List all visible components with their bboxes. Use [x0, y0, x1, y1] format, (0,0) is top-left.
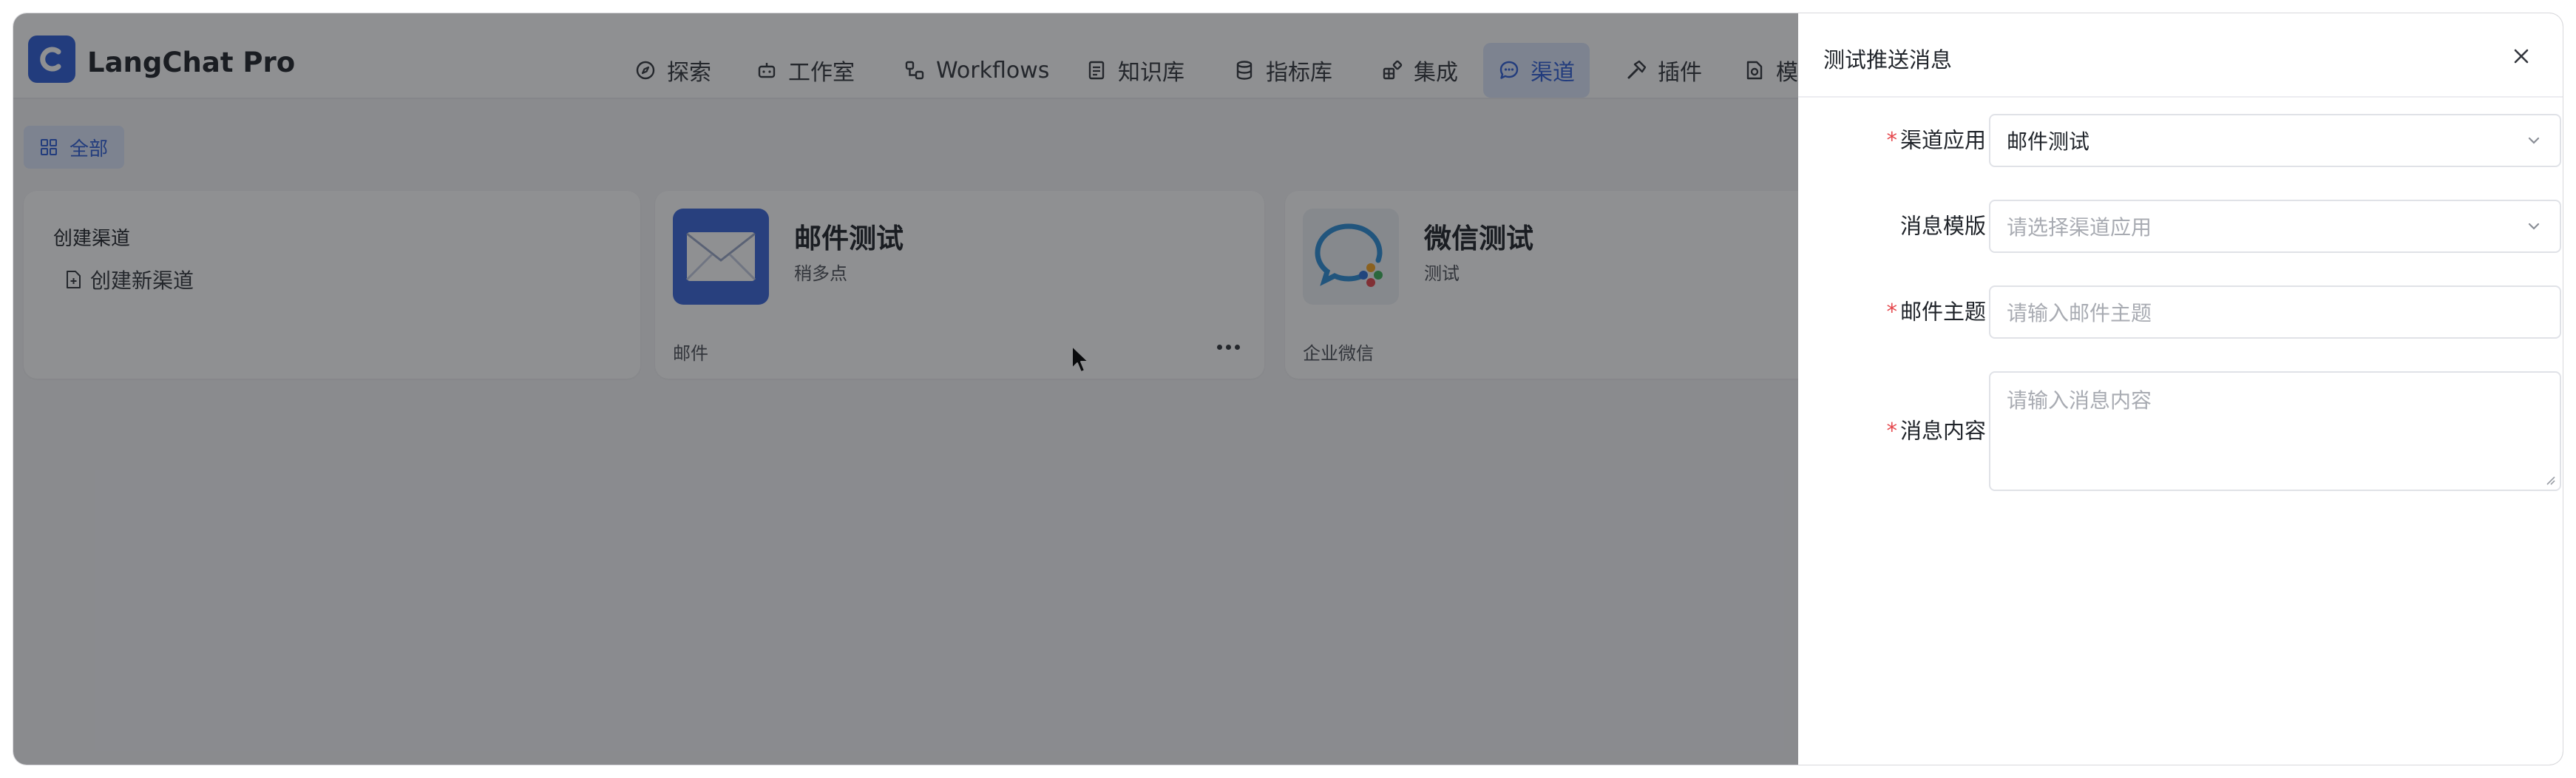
drawer-header: 测试推送消息 — [1798, 13, 2563, 98]
app-window: LangChat Pro 探索 工作室 Workflows 知识库 指标库 集成… — [13, 13, 2563, 765]
select-placeholder: 请选择渠道应用 — [2007, 215, 2152, 240]
drawer-title: 测试推送消息 — [1823, 47, 1953, 72]
form-row-subject: * 邮件主题 请输入邮件主题 — [1798, 285, 2563, 339]
content-textarea[interactable]: 请输入消息内容 — [1989, 371, 2561, 491]
select-value: 邮件测试 — [2007, 129, 2090, 154]
field-label-subject: * 邮件主题 — [1886, 299, 1986, 325]
template-select[interactable]: 请选择渠道应用 — [1989, 200, 2561, 253]
test-push-drawer: 测试推送消息 * 渠道应用 邮件测试 消息模版 请选择渠道应用 * 邮件主题 请输入… — [1798, 13, 2563, 765]
channel-app-select[interactable]: 邮件测试 — [1989, 114, 2561, 167]
resize-handle-icon[interactable] — [2543, 473, 2555, 485]
chevron-down-icon — [2528, 223, 2540, 230]
field-label-content: * 消息内容 — [1886, 418, 1986, 444]
input-placeholder: 请输入邮件主题 — [2007, 301, 2152, 325]
form-row-channel-app: * 渠道应用 邮件测试 — [1798, 114, 2563, 167]
chevron-down-icon — [2528, 137, 2540, 144]
form-row-content: * 消息内容 请输入消息内容 — [1798, 371, 2563, 491]
field-label-template: 消息模版 — [1899, 213, 1986, 239]
subject-input[interactable]: 请输入邮件主题 — [1989, 285, 2561, 339]
close-icon[interactable] — [2509, 44, 2533, 68]
field-label-channel-app: * 渠道应用 — [1886, 127, 1986, 153]
textarea-placeholder: 请输入消息内容 — [2007, 388, 2152, 413]
form-row-template: 消息模版 请选择渠道应用 — [1798, 200, 2563, 253]
